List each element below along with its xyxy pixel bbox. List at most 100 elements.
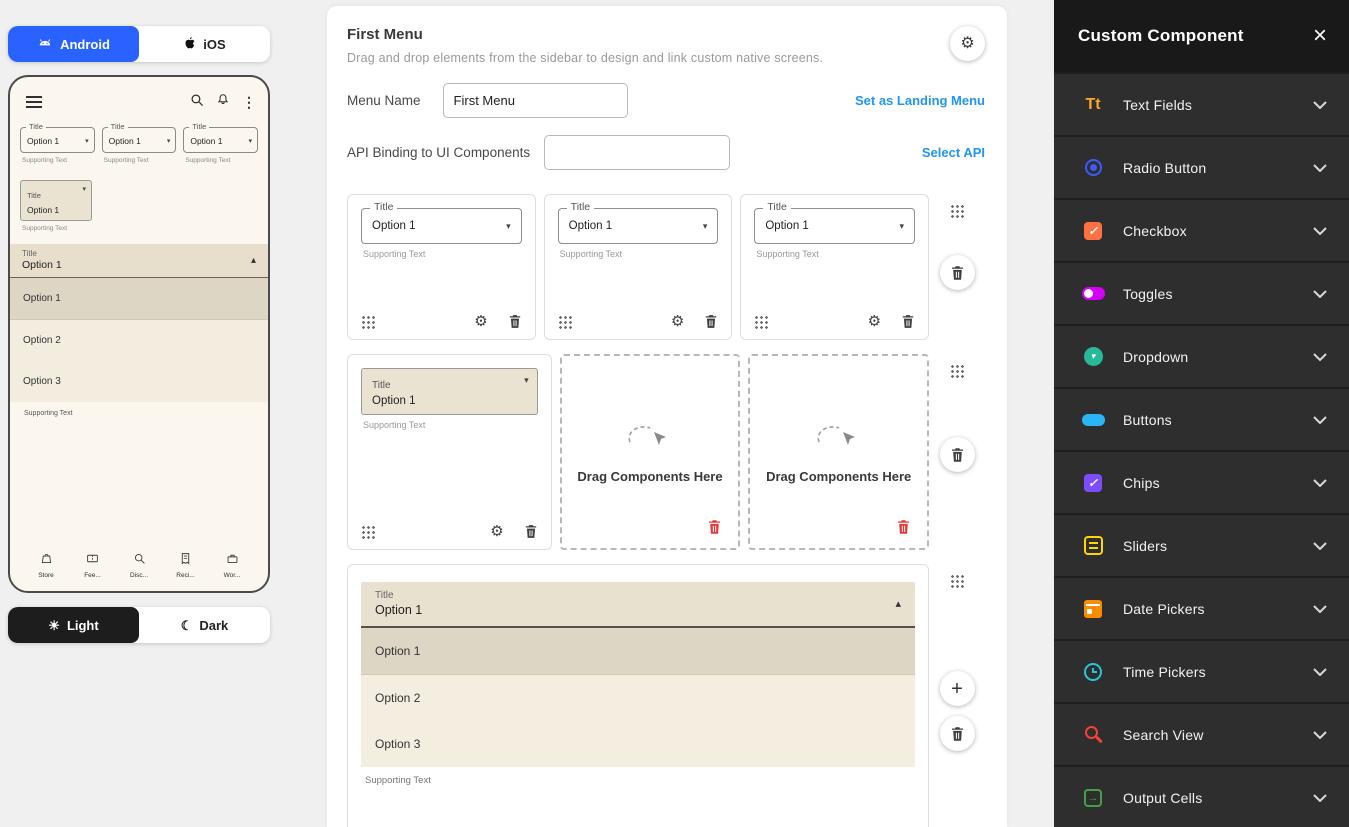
- drop-zone-label: Drag Components Here: [577, 469, 722, 484]
- component-settings-button[interactable]: ⚙: [490, 524, 503, 539]
- row-drag-handle[interactable]: [950, 364, 965, 379]
- nav-item-recipes[interactable]: Reci...: [170, 552, 202, 579]
- close-icon[interactable]: ×: [1313, 24, 1327, 48]
- dropdown-component-card[interactable]: TitleOption 1▾ Supporting Text ⚙: [347, 194, 536, 340]
- chevron-down-icon[interactable]: [1313, 101, 1327, 109]
- menu-name-input[interactable]: [443, 83, 628, 118]
- chevron-down-icon[interactable]: [1313, 605, 1327, 613]
- menu-settings-button[interactable]: ⚙: [950, 26, 985, 61]
- dropdown-value: Option 1: [109, 136, 141, 146]
- dropdown-icon: [1078, 342, 1108, 372]
- dropdown-component-card[interactable]: TitleOption 1▾ Supporting Text ⚙: [544, 194, 733, 340]
- preview-dropdown[interactable]: TitleOption 1▾ Supporting Text: [102, 127, 177, 164]
- chevron-down-icon[interactable]: [1313, 731, 1327, 739]
- component-category-date-pickers[interactable]: Date Pickers: [1054, 578, 1349, 639]
- preview-focused-dropdown[interactable]: Title ▾ Option 1 Supporting Text: [18, 176, 260, 232]
- drag-handle[interactable]: [754, 315, 768, 329]
- supporting-text: Supporting Text: [363, 249, 522, 259]
- trash-icon: [950, 447, 965, 463]
- component-category-radio-button[interactable]: Radio Button: [1054, 137, 1349, 198]
- delete-component-button[interactable]: [508, 314, 522, 329]
- dropdown-option[interactable]: Option 3: [10, 361, 268, 402]
- component-category-checkbox[interactable]: Checkbox: [1054, 200, 1349, 261]
- dark-theme-tab[interactable]: ☾ Dark: [139, 607, 270, 643]
- delete-component-button[interactable]: [901, 314, 915, 329]
- component-category-buttons[interactable]: Buttons: [1054, 389, 1349, 450]
- category-label: Checkbox: [1123, 223, 1187, 239]
- expanded-dropdown-card[interactable]: Title Option 1 ▴ Option 1 Option 2 Optio…: [347, 564, 929, 827]
- expanded-dropdown-header[interactable]: Title Option 1 ▴: [10, 244, 268, 278]
- delete-component-button[interactable]: [524, 524, 538, 539]
- add-row-button[interactable]: +: [940, 671, 975, 706]
- chevron-down-icon[interactable]: [1313, 290, 1327, 298]
- delete-component-button[interactable]: [704, 314, 718, 329]
- search-icon[interactable]: [190, 93, 204, 112]
- component-category-chips[interactable]: Chips: [1054, 452, 1349, 513]
- nav-item-work[interactable]: Wor...: [216, 552, 248, 579]
- chevron-down-icon[interactable]: [1313, 479, 1327, 487]
- dropdown-component-card[interactable]: Title ▾ Option 1 Supporting Text ⚙: [347, 354, 552, 550]
- delete-row-button[interactable]: [940, 255, 975, 290]
- store-icon: [40, 552, 53, 570]
- nav-item-store[interactable]: Store: [30, 552, 62, 579]
- gutter: [1007, 0, 1054, 827]
- component-category-output-cells[interactable]: Output Cells: [1054, 767, 1349, 827]
- component-category-dropdown[interactable]: Dropdown: [1054, 326, 1349, 387]
- component-settings-button[interactable]: ⚙: [474, 314, 487, 329]
- delete-drop-zone-button[interactable]: [707, 519, 722, 538]
- drag-handle[interactable]: [558, 315, 572, 329]
- drag-handle[interactable]: [361, 315, 375, 329]
- component-category-text-fields[interactable]: Tt Text Fields: [1054, 74, 1349, 135]
- dropdown-option[interactable]: Option 2: [361, 675, 915, 721]
- dropdown-title: Title: [22, 249, 62, 258]
- component-settings-button[interactable]: ⚙: [868, 314, 881, 329]
- select-api-link[interactable]: Select API: [922, 145, 985, 160]
- component-category-sliders[interactable]: Sliders: [1054, 515, 1349, 576]
- component-settings-button[interactable]: ⚙: [671, 314, 684, 329]
- row-drag-handle[interactable]: [950, 574, 965, 589]
- expanded-dropdown-header[interactable]: Title Option 1 ▴: [361, 582, 915, 628]
- chevron-down-icon[interactable]: [1313, 353, 1327, 361]
- row-drag-handle[interactable]: [950, 204, 965, 219]
- more-vertical-icon[interactable]: ⋮: [242, 94, 256, 111]
- dropdown-component-card[interactable]: TitleOption 1▾ Supporting Text ⚙: [740, 194, 929, 340]
- chevron-down-icon[interactable]: [1313, 668, 1327, 676]
- trash-icon: [524, 524, 538, 539]
- dropdown-option[interactable]: Option 1: [361, 628, 915, 675]
- chevron-down-icon[interactable]: [1313, 227, 1327, 235]
- component-category-search-view[interactable]: Search View: [1054, 704, 1349, 765]
- set-landing-menu-link[interactable]: Set as Landing Menu: [855, 93, 985, 108]
- button-icon: [1078, 405, 1108, 435]
- drop-zone[interactable]: Drag Components Here: [560, 354, 741, 550]
- sliders-icon: [1078, 531, 1108, 561]
- dropdown-option[interactable]: Option 2: [10, 320, 268, 361]
- delete-row-button[interactable]: [940, 716, 975, 751]
- dropdown-option[interactable]: Option 1: [10, 278, 268, 320]
- date-picker-icon: [1078, 594, 1108, 624]
- hamburger-menu-icon[interactable]: [26, 96, 42, 108]
- preview-dropdown[interactable]: TitleOption 1▾ Supporting Text: [20, 127, 95, 164]
- delete-row-button[interactable]: [940, 437, 975, 472]
- ios-tab[interactable]: iOS: [139, 26, 270, 62]
- light-theme-tab[interactable]: ☀ Light: [8, 607, 139, 643]
- component-category-time-pickers[interactable]: Time Pickers: [1054, 641, 1349, 702]
- chevron-down-icon[interactable]: [1313, 164, 1327, 172]
- nav-item-discover[interactable]: Disc...: [123, 552, 155, 579]
- delete-drop-zone-button[interactable]: [896, 519, 911, 538]
- component-category-toggles[interactable]: Toggles: [1054, 263, 1349, 324]
- category-label: Search View: [1123, 727, 1204, 743]
- menu-name-label: Menu Name: [347, 93, 421, 108]
- drop-zone[interactable]: Drag Components Here: [748, 354, 929, 550]
- row-controls: [929, 194, 985, 340]
- api-binding-input[interactable]: [544, 135, 730, 170]
- dropdown-option[interactable]: Option 3: [361, 721, 915, 767]
- drag-handle[interactable]: [361, 525, 375, 539]
- chevron-down-icon[interactable]: [1313, 416, 1327, 424]
- bell-icon[interactable]: [216, 93, 230, 112]
- android-tab[interactable]: Android: [8, 26, 139, 62]
- nav-item-fee[interactable]: Fee...: [77, 552, 109, 579]
- chevron-down-icon[interactable]: [1313, 542, 1327, 550]
- preview-dropdown[interactable]: TitleOption 1▾ Supporting Text: [183, 127, 258, 164]
- device-preview-sidebar: Android iOS ⋮ TitleOption 1▾ Supporting …: [0, 0, 280, 827]
- chevron-down-icon[interactable]: [1313, 794, 1327, 802]
